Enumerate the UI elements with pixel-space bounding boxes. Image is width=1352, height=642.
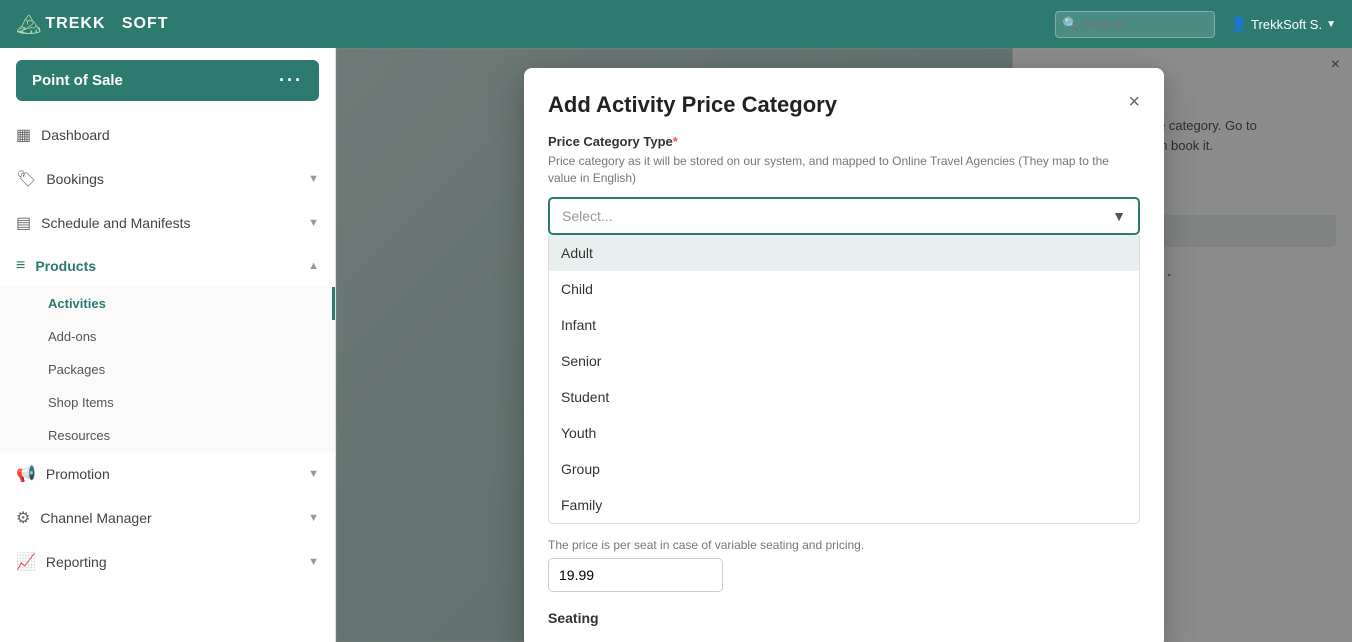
dropdown-option-family[interactable]: Family xyxy=(549,487,1139,523)
price-input-row: EUR xyxy=(548,558,723,592)
sidebar-item-schedule[interactable]: ▤ Schedule and Manifests ▼ xyxy=(0,201,335,245)
promotion-icon: 📢 xyxy=(16,464,36,484)
reporting-chevron-icon: ▼ xyxy=(308,556,319,568)
schedule-icon: ▤ xyxy=(16,213,31,233)
topnav-right: 🔍 👤 TrekkSoft S. ▼ xyxy=(1055,11,1336,38)
channel-manager-chevron-icon: ▼ xyxy=(308,512,319,524)
main-content: × schedule and/or price category. Go to … xyxy=(336,48,1352,642)
pos-button[interactable]: Point of Sale ··· xyxy=(16,60,319,101)
search-input[interactable] xyxy=(1055,11,1215,38)
sidebar-item-bookings[interactable]: 🏷 Bookings ▼ xyxy=(0,157,335,201)
dropdown-option-child[interactable]: Child xyxy=(549,271,1139,307)
sidebar-subitem-activities[interactable]: Activities xyxy=(0,287,335,320)
pos-more-icon[interactable]: ··· xyxy=(279,70,303,91)
price-category-dropdown: Select... ▼ Adult Child Infant Senior St… xyxy=(548,197,1140,524)
channel-manager-icon: ⚙ xyxy=(16,508,30,528)
reporting-icon: 📈 xyxy=(16,552,36,572)
logo: 🏔 TREKK SOFT xyxy=(16,12,169,37)
sidebar-subitem-shop-items[interactable]: Shop Items xyxy=(0,386,335,419)
price-category-type-hint: Price category as it will be stored on o… xyxy=(548,153,1140,187)
sidebar-item-channel-manager[interactable]: ⚙ Channel Manager ▼ xyxy=(0,496,335,540)
modal-title: Add Activity Price Category xyxy=(548,92,837,118)
sidebar-subitem-add-ons[interactable]: Add-ons xyxy=(0,320,335,353)
sidebar-subitem-packages[interactable]: Packages xyxy=(0,353,335,386)
dashboard-icon: ▦ xyxy=(16,125,31,145)
search-wrapper: 🔍 xyxy=(1055,11,1215,38)
price-input[interactable] xyxy=(549,559,723,591)
bookings-chevron-icon: ▼ xyxy=(308,173,319,185)
modal-close-button[interactable]: × xyxy=(1128,92,1140,112)
sidebar-subitem-resources[interactable]: Resources xyxy=(0,419,335,452)
dropdown-trigger[interactable]: Select... ▼ xyxy=(548,197,1140,235)
dropdown-option-student[interactable]: Student xyxy=(549,379,1139,415)
logo-icon: 🏔 xyxy=(16,12,41,37)
price-category-type-label: Price Category Type* xyxy=(548,134,1140,149)
modal-body: Price Category Type* Price category as i… xyxy=(524,134,1164,642)
sidebar-item-reporting[interactable]: 📈 Reporting ▼ xyxy=(0,540,335,584)
chevron-down-icon: ▼ xyxy=(1112,208,1126,224)
user-menu[interactable]: 👤 TrekkSoft S. ▼ xyxy=(1231,16,1336,32)
sidebar-item-promotion[interactable]: 📢 Promotion ▼ xyxy=(0,452,335,496)
promotion-chevron-icon: ▼ xyxy=(308,468,319,480)
seating-label: Seating xyxy=(548,610,1140,626)
bookings-icon: 🏷 xyxy=(16,169,36,189)
add-activity-price-category-modal: Add Activity Price Category × Price Cate… xyxy=(524,68,1164,642)
schedule-chevron-icon: ▼ xyxy=(308,217,319,229)
sidebar-item-products[interactable]: ≡ Products ▲ xyxy=(0,245,335,287)
user-chevron-icon: ▼ xyxy=(1326,19,1336,30)
user-icon: 👤 xyxy=(1231,16,1247,32)
products-submenu: Activities Add-ons Packages Shop Items R… xyxy=(0,287,335,452)
modal-header: Add Activity Price Category × xyxy=(524,68,1164,134)
products-icon: ≡ xyxy=(16,257,25,275)
sidebar-item-dashboard[interactable]: ▦ Dashboard xyxy=(0,113,335,157)
dropdown-list: Adult Child Infant Senior Student Youth … xyxy=(548,235,1140,524)
top-navigation: 🏔 TREKK SOFT 🔍 👤 TrekkSoft S. ▼ xyxy=(0,0,1352,48)
dropdown-placeholder: Select... xyxy=(562,208,613,224)
sidebar: Point of Sale ··· ▦ Dashboard 🏷 Bookings… xyxy=(0,48,336,642)
dropdown-option-group[interactable]: Group xyxy=(549,451,1139,487)
modal-overlay: Add Activity Price Category × Price Cate… xyxy=(336,48,1352,642)
products-chevron-icon: ▲ xyxy=(308,260,319,272)
dropdown-option-infant[interactable]: Infant xyxy=(549,307,1139,343)
logo-text: TREKK SOFT xyxy=(45,15,168,33)
price-hint: The price is per seat in case of variabl… xyxy=(548,538,1140,552)
dropdown-option-senior[interactable]: Senior xyxy=(549,343,1139,379)
dropdown-option-youth[interactable]: Youth xyxy=(549,415,1139,451)
dropdown-option-adult[interactable]: Adult xyxy=(549,235,1139,271)
